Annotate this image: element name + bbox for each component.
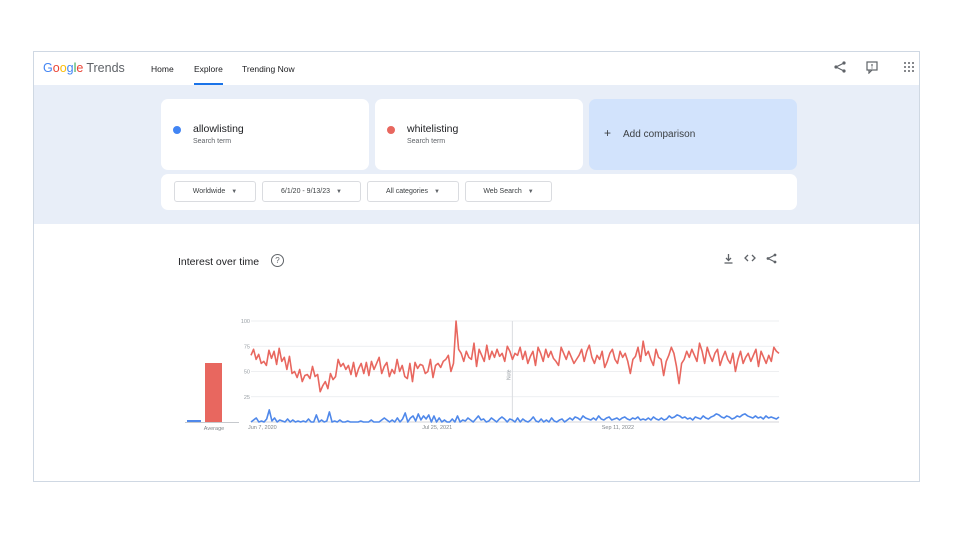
date-range-value: 6/1/20 - 9/13/23 (281, 188, 331, 195)
nav-home[interactable]: Home (151, 64, 174, 74)
search-type-value: Web Search (483, 188, 522, 195)
interest-line-chart: Note 25 50 75 100 Jun 7, 2020 Jul 25, 2021 Se… (241, 319, 780, 431)
share-icon[interactable] (831, 60, 849, 78)
filter-bar: Worldwide ▼ 6/1/20 - 9/13/23 ▼ All categor… (161, 174, 797, 210)
compare-header: allowlisting Search term whitelisting Se… (34, 85, 919, 224)
nav-trending-now[interactable]: Trending Now (242, 64, 295, 74)
browser-frame: Google Trends Home Explore Trending Now a… (33, 51, 920, 482)
term-name: allowlisting (193, 123, 244, 135)
series-line-allowlisting[interactable] (250, 409, 780, 423)
region-filter[interactable]: Worldwide ▼ (174, 181, 256, 202)
x-tick-label: Jun 7, 2020 (248, 425, 277, 431)
logo-trends: Trends (86, 61, 125, 75)
term-card-whitelisting[interactable]: whitelisting Search term (375, 99, 583, 170)
y-tick-label: 25 (244, 395, 250, 401)
top-bar: Google Trends Home Explore Trending Now (34, 52, 919, 85)
note-label[interactable]: Note (506, 369, 512, 380)
x-tick-label: Jul 25, 2021 (422, 425, 452, 431)
dropdown-arrow-icon: ▼ (336, 189, 342, 195)
term-color-dot (387, 126, 395, 134)
y-tick-label: 100 (241, 319, 250, 325)
interest-over-time-card: Interest over time ? Average Note 25 50 75… (161, 238, 797, 471)
logo-google: Google (43, 61, 84, 75)
y-tick-label: 50 (244, 370, 250, 376)
google-trends-logo[interactable]: Google Trends (43, 61, 125, 75)
term-subtitle: Search term (193, 138, 232, 145)
add-comparison-button[interactable]: + Add comparison (589, 99, 797, 170)
add-comparison-label: Add comparison (623, 129, 696, 140)
x-tick-label: Sep 11, 2022 (602, 425, 634, 431)
category-filter[interactable]: All categories ▼ (367, 181, 459, 202)
nav-explore[interactable]: Explore (194, 64, 223, 85)
dropdown-arrow-icon: ▼ (527, 189, 534, 195)
dropdown-arrow-icon: ▼ (231, 189, 238, 195)
feedback-icon[interactable] (863, 60, 881, 78)
series-line-whitelisting[interactable] (250, 320, 780, 393)
region-value: Worldwide (192, 188, 226, 195)
term-card-allowlisting[interactable]: allowlisting Search term (161, 99, 369, 170)
term-subtitle: Search term (407, 138, 446, 145)
dropdown-arrow-icon: ▼ (434, 189, 440, 195)
term-name: whitelisting (407, 123, 459, 135)
search-type-filter[interactable]: Web Search ▼ (465, 181, 552, 202)
term-color-dot (173, 126, 181, 134)
date-range-filter[interactable]: 6/1/20 - 9/13/23 ▼ (262, 181, 361, 202)
apps-grid-icon[interactable] (900, 60, 918, 78)
y-tick-label: 75 (244, 344, 250, 350)
plus-icon: + (604, 126, 612, 140)
category-value: All categories (386, 188, 429, 195)
